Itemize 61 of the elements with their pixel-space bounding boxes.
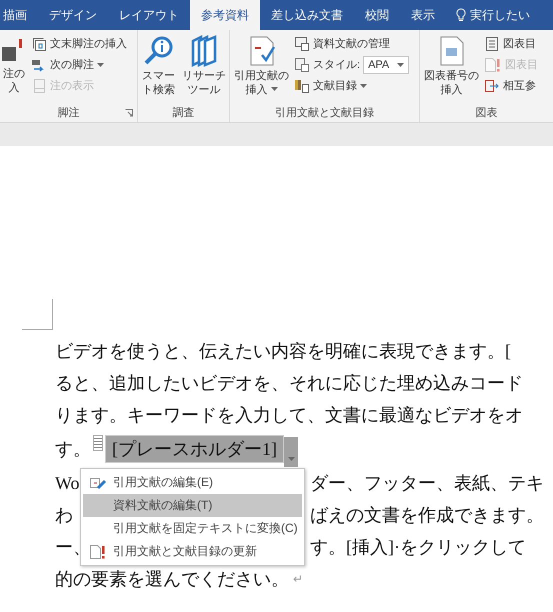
style-icon (294, 56, 310, 72)
caret-icon (97, 62, 104, 66)
placeholder-text[interactable]: [プレースホルダー1] (105, 435, 284, 463)
body-text: ダー、フッター、表紙、テキ (310, 472, 544, 495)
menu-item[interactable]: 引用文献の編集(E) (83, 471, 302, 494)
ribbon-large-button[interactable]: 注の 入 (0, 33, 28, 102)
dialog-launcher-icon[interactable] (125, 109, 133, 117)
books-icon (190, 35, 218, 67)
ribbon-button[interactable]: 次の脚注 (31, 54, 127, 75)
magnifier-icon (142, 35, 174, 67)
body-text: ビデオを使うと、伝えたい内容を明確に表現できます。[ (55, 340, 511, 363)
body-text: 的の要素を選んでください。 (55, 568, 289, 591)
ribbon-tab[interactable]: 差し込み文書 (260, 0, 354, 30)
document-exclamation-icon (89, 544, 107, 560)
body-text: わ (55, 504, 73, 527)
body-text: す。 (55, 438, 91, 461)
caret-icon (397, 62, 404, 66)
menu-item[interactable]: 資料文献の編集(T) (83, 494, 302, 517)
body-text: ります。キーワードを入力して、文書に最適なビデオをオ (55, 404, 523, 427)
ribbon-tab[interactable]: 描画 (0, 0, 38, 30)
group-label: 脚注 (58, 106, 80, 120)
document-manage-icon (294, 36, 310, 52)
ribbon-tab[interactable]: レイアウト (108, 0, 190, 30)
ribbon-button[interactable]: 文献目録 (294, 75, 410, 96)
ribbon-tab[interactable]: 参考資料 (190, 0, 260, 30)
caret-icon (288, 457, 294, 461)
ribbon-large-button[interactable]: 図表番号の 挿入 (422, 33, 481, 102)
picture-document-icon (438, 35, 466, 67)
style-dropdown[interactable]: APA (363, 56, 410, 74)
ribbon-large-button[interactable]: スマー ト検索 (140, 33, 177, 102)
group-label: 図表 (476, 106, 498, 120)
caret-icon (270, 87, 278, 91)
style-label: スタイル: (313, 58, 360, 72)
body-text: ばえの文書を作成できます。 (310, 504, 544, 527)
lightbulb-icon (456, 8, 466, 22)
ribbon-button[interactable]: 図表目 (484, 33, 538, 54)
margin-corner-mark (22, 299, 53, 330)
group-label: 引用文献と文献目録 (275, 106, 374, 120)
content-control-handle[interactable] (93, 435, 103, 451)
group-label: 調査 (172, 106, 194, 120)
ribbon-button[interactable]: 相互参 (484, 75, 538, 96)
ribbon-large-button[interactable]: 引用文献の 挿入 (232, 33, 291, 102)
ribbon-button[interactable]: 文末脚注の挿入 (31, 33, 127, 54)
body-text: す。[挿入]·をクリックして (310, 536, 526, 559)
body-text: Wo (55, 472, 80, 494)
document-exclamation-icon (484, 56, 502, 72)
document-icon (31, 78, 47, 94)
ribbon-large-button[interactable]: リサーチ ツール (180, 33, 228, 102)
body-text: ると、追加したいビデオを、それに応じた埋め込みコード (55, 372, 523, 395)
tell-me-field[interactable]: 実行したい (470, 6, 530, 24)
document-stack-icon (31, 36, 47, 52)
ribbon-tab[interactable]: 校閲 (354, 0, 400, 30)
cross-reference-icon (484, 78, 500, 94)
paragraph-mark: ↵ (293, 572, 303, 586)
document-lines-icon (484, 36, 500, 52)
content-control-dropdown[interactable] (284, 437, 298, 467)
ribbon-tab[interactable]: デザイン (38, 0, 108, 30)
ribbon-button[interactable]: 資料文献の管理 (294, 33, 410, 54)
caret-icon (360, 84, 367, 88)
bibliography-icon (294, 78, 310, 94)
ribbon-tab[interactable]: 表示 (400, 0, 446, 30)
